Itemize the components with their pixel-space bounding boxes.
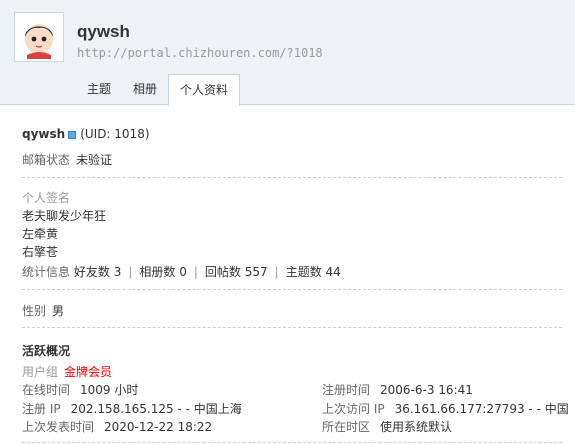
profile-header: qywsh http://portal.chizhouren.com/?1018… [0, 0, 575, 106]
timezone-label: 所在时区 [322, 420, 371, 434]
last-post-value: 2020-12-22 18:22 [104, 420, 213, 434]
stat-replies[interactable]: 回帖数 557 [205, 265, 268, 279]
tab-albums[interactable]: 相册 [122, 74, 168, 105]
signature-line: 老夫聊发少年狂 [22, 209, 107, 223]
profile-url[interactable]: http://portal.chizhouren.com/?1018 [77, 46, 323, 60]
stat-albums[interactable]: 相册数 0 [139, 265, 186, 279]
divider [22, 327, 562, 328]
content-username[interactable]: qywsh [22, 127, 65, 141]
last-ip-value: 36.161.66.177:27793 - - 中国 [394, 402, 569, 416]
email-status-value: 未验证 [76, 153, 113, 167]
reg-ip-label: 注册 IP [22, 402, 61, 416]
gender-row: 性别男 [22, 302, 64, 319]
reg-time-label: 注册时间 [322, 383, 371, 397]
reg-time-value: 2006-6-3 16:41 [380, 383, 473, 397]
online-time-label: 在线时间 [22, 383, 71, 397]
last-ip-row: 上次访问 IP 36.161.66.177:27793 - - 中国 [322, 400, 569, 417]
divider [22, 177, 562, 178]
online-time-value: 1009 小时 [80, 383, 139, 397]
signature-label: 个人签名 [22, 191, 71, 205]
uid-row: qywsh (UID: 1018) [22, 127, 150, 141]
email-status-label: 邮箱状态 [22, 153, 71, 167]
divider [22, 442, 562, 443]
user-group-row: 用户组 金牌会员 [22, 363, 112, 380]
user-group-label: 用户组 [22, 365, 59, 379]
timezone-value: 使用系统默认 [380, 420, 453, 434]
email-row: 邮箱状态 未验证 [22, 151, 112, 168]
reg-ip-value: 202.158.165.125 - - 中国上海 [70, 402, 242, 416]
stat-separator: | [274, 265, 279, 279]
signature-line: 右擎苍 [22, 245, 59, 259]
divider [22, 289, 562, 290]
stat-friends[interactable]: 好友数 3 [74, 265, 121, 279]
last-post-row: 上次发表时间 2020-12-22 18:22 [22, 418, 212, 435]
tab-profile[interactable]: 个人资料 [168, 74, 241, 106]
gender-label: 性别 [22, 304, 47, 318]
online-time-row: 在线时间 1009 小时 [22, 381, 138, 398]
stats-label: 统计信息 [22, 265, 71, 279]
uid-text: (UID: 1018) [80, 127, 150, 141]
gender-value: 男 [52, 304, 65, 318]
stat-threads[interactable]: 主题数 44 [286, 265, 341, 279]
profile-username: qywsh [77, 22, 130, 41]
reg-time-row: 注册时间 2006-6-3 16:41 [322, 381, 473, 398]
reg-ip-row: 注册 IP 202.158.165.125 - - 中国上海 [22, 400, 242, 417]
last-post-label: 上次发表时间 [22, 420, 95, 434]
avatar-image [17, 15, 61, 59]
stats-row: 统计信息 好友数 3 | 相册数 0 | 回帖数 557 | 主题数 44 [22, 263, 341, 280]
avatar[interactable] [14, 12, 64, 62]
online-status-icon [68, 130, 77, 139]
stat-separator: | [128, 265, 133, 279]
tab-threads[interactable]: 主题 [76, 74, 122, 105]
profile-tabs: 主题 相册 个人资料 [76, 74, 241, 106]
user-group-value[interactable]: 金牌会员 [64, 365, 112, 379]
stat-separator: | [193, 265, 198, 279]
activity-title: 活跃概况 [22, 344, 71, 358]
signature-line: 左牵黄 [22, 227, 59, 241]
last-ip-label: 上次访问 IP [322, 402, 385, 416]
timezone-row: 所在时区 使用系统默认 [322, 418, 452, 435]
